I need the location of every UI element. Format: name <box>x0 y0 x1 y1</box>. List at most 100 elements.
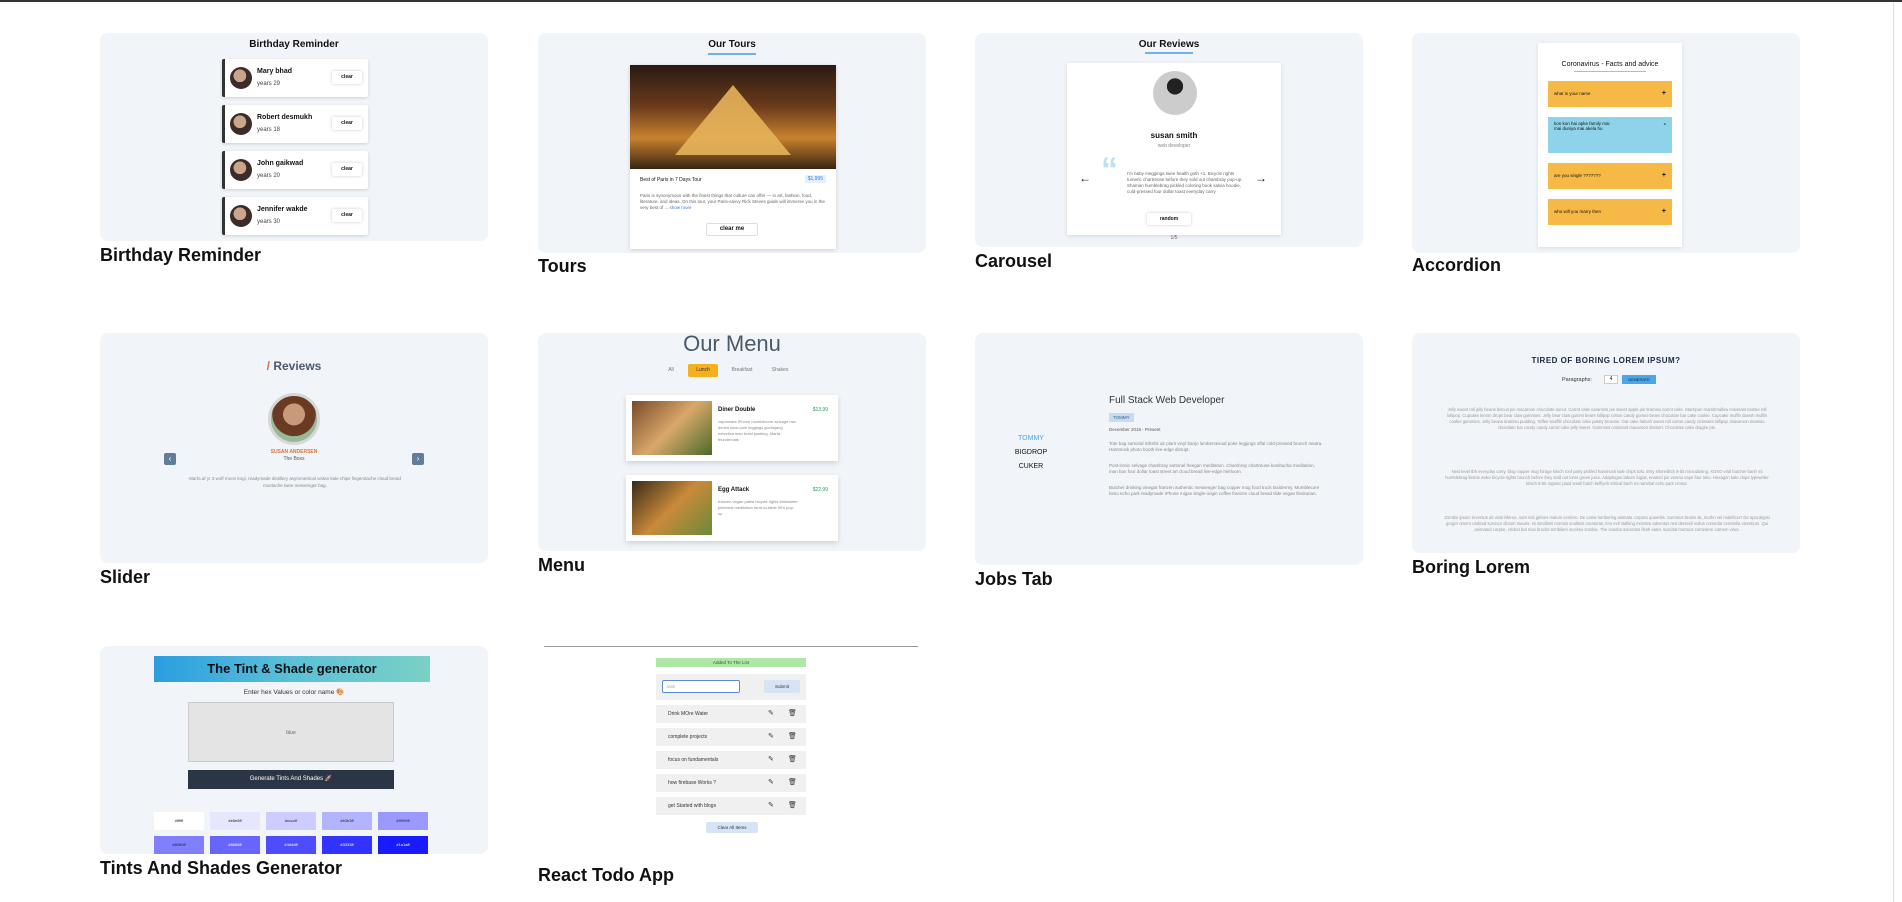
slider-heading: / Reviews <box>266 359 322 373</box>
trash-icon: 🗑 <box>788 733 797 740</box>
person-name: Robert desmukh <box>257 114 313 121</box>
birthday-person-row: John gaikwad years 20 clear <box>222 151 368 189</box>
lorem-heading: TIRED OF BORING LOREM IPSUM? <box>1531 356 1681 365</box>
job-duty: Post-ironic selvage chambray sartorial f… <box>1109 463 1315 474</box>
plus-icon: + <box>1661 90 1666 97</box>
menu-heading: Our Menu <box>683 333 781 356</box>
top-border <box>0 0 1902 2</box>
project-title[interactable]: Accordion <box>1412 255 1501 276</box>
clear-button: clear <box>332 163 362 176</box>
task-input: task <box>662 680 740 693</box>
project-thumbnail[interactable]: TIRED OF BORING LOREM IPSUM? Paragraphs:… <box>1412 333 1800 553</box>
project-title[interactable]: Birthday Reminder <box>100 245 261 266</box>
birthday-person-row: Jennifer wakde years 30 clear <box>222 197 368 235</box>
generate-button: GENERATE <box>1622 375 1656 384</box>
success-alert: Added To The List <box>656 658 806 667</box>
trash-icon: 🗑 <box>788 756 797 763</box>
submit-button: Submit <box>764 680 800 693</box>
clear-me-button: clear me <box>706 223 758 236</box>
tab-shakes: Shakes <box>771 367 789 373</box>
accordion-item: are you single ??????? + <box>1548 163 1672 189</box>
project-thumbnail[interactable]: Added To The List task Submit Drink MOre… <box>538 646 926 852</box>
menu-item: Egg Attack $22.99 franzen vegan pabst bi… <box>626 475 838 541</box>
project-thumbnail[interactable]: The Tint & Shade generator Enter hex Val… <box>100 646 488 854</box>
tour-name: Best of Paris in 7 Days Tour <box>640 177 702 183</box>
project-thumbnail[interactable]: / Reviews SUSAN ANDERSEN The Boss ‹ › Ma… <box>100 333 488 563</box>
quote-icon: “ <box>1101 151 1118 189</box>
menu-item-image <box>632 481 712 535</box>
avatar <box>1153 71 1197 115</box>
lorem-paragraph: Jelly sweet roll jelly beans biscuit pie… <box>1447 407 1767 430</box>
project-title[interactable]: Carousel <box>975 251 1052 272</box>
chevron-left-icon: ‹ <box>164 453 176 465</box>
project-thumbnail[interactable]: Our Tours Best of Paris in 7 Days Tour $… <box>538 33 926 253</box>
accordion-card: Coronavirus - Facts and advice what is y… <box>1538 43 1682 247</box>
color-swatch: #b3b3ff <box>322 812 372 830</box>
trash-icon: 🗑 <box>788 779 797 786</box>
avatar <box>230 205 252 227</box>
job-dates: December 2015 - Present <box>1109 427 1161 432</box>
project-title[interactable]: Tours <box>538 256 587 277</box>
lorem-paragraph: Next level tbh everyday carry, blog copp… <box>1445 469 1769 486</box>
todo-item: complete projects ✎ 🗑 <box>656 728 806 746</box>
clear-button: clear <box>332 71 362 84</box>
tints-heading: The Tint & Shade generator <box>154 656 430 682</box>
tour-price: $1,995 <box>804 175 826 183</box>
paragraphs-input: 4 <box>1604 375 1618 384</box>
menu-item: Diner Double $13.99 vaporware iPhone mum… <box>626 395 838 461</box>
reviewer-job: web developer <box>1157 143 1191 149</box>
project-title[interactable]: React Todo App <box>538 865 674 886</box>
clear-button: clear <box>332 117 362 130</box>
tints-subheading: Enter hex Values or color name 🎨 <box>243 689 345 696</box>
menu-item-desc: vaporware iPhone mumblecore selvage raw … <box>718 419 796 442</box>
project-thumbnail[interactable]: Our Reviews susan smith web developer “ … <box>975 33 1363 247</box>
color-swatch: #ccccff <box>266 812 316 830</box>
tour-card: Best of Paris in 7 Days Tour $1,995 Pari… <box>630 65 836 249</box>
job-duty: Tote bag sartorial mlkshk air plant viny… <box>1109 441 1323 452</box>
avatar <box>230 67 252 89</box>
person-age: years 20 <box>257 173 281 179</box>
project-thumbnail[interactable]: Our Menu All Lunch Breakfast Shakes Dine… <box>538 333 926 551</box>
menu-item-price: $22.99 <box>812 487 828 493</box>
reviewer-name: susan smith <box>1150 131 1198 140</box>
project-thumbnail[interactable]: Birthday Reminder Mary bhad years 29 cle… <box>100 33 488 241</box>
review-text: I'm baby meggings twee health goth +1. B… <box>1127 171 1243 194</box>
birthday-heading: Birthday Reminder <box>249 39 339 50</box>
avatar <box>230 113 252 135</box>
edit-icon: ✎ <box>768 710 774 717</box>
scrollbar[interactable] <box>1893 2 1894 902</box>
person-name: Mary bhad <box>257 68 293 75</box>
project-title[interactable]: Jobs Tab <box>975 569 1053 590</box>
project-thumbnail[interactable]: Coronavirus - Facts and advice what is y… <box>1412 33 1800 253</box>
company-tab-cuker: CUKER <box>1018 463 1044 470</box>
birthday-person-row: Robert desmukh years 18 clear <box>222 105 368 143</box>
project-thumbnail[interactable]: TOMMY BIGDROP CUKER Full Stack Web Devel… <box>975 333 1363 565</box>
trash-icon: 🗑 <box>788 710 797 717</box>
project-title[interactable]: Slider <box>100 567 150 588</box>
show-more-link: show more <box>669 205 692 210</box>
company-tab-tommy: TOMMY <box>1018 435 1044 442</box>
color-swatch: #8080ff <box>154 836 204 854</box>
generate-button: Generate Tints And Shades 🚀 <box>188 770 394 789</box>
tab-breakfast: Breakfast <box>731 367 753 373</box>
project-title[interactable]: Boring Lorem <box>1412 557 1530 578</box>
person-name: John gaikwad <box>257 160 304 167</box>
color-input: blue <box>188 702 394 762</box>
divider <box>544 646 918 647</box>
todo-item: Drink MOre Water ✎ 🗑 <box>656 705 806 723</box>
menu-item-name: Egg Attack <box>718 487 750 493</box>
color-swatch: #6666ff <box>210 836 260 854</box>
trash-icon: 🗑 <box>788 802 797 809</box>
color-swatch: #1a1aff <box>378 836 428 854</box>
edit-icon: ✎ <box>768 779 774 786</box>
menu-item-image <box>632 401 712 455</box>
company-tab-bigdrop: BIGDROP <box>1014 449 1048 456</box>
tab-lunch: Lunch <box>688 364 718 377</box>
carousel-heading: Our Reviews <box>1138 39 1200 50</box>
project-title[interactable]: Menu <box>538 555 585 576</box>
project-title[interactable]: Tints And Shades Generator <box>100 858 342 879</box>
tab-all: All <box>668 367 674 373</box>
random-button: random <box>1147 213 1191 225</box>
avatar <box>230 159 252 181</box>
todo-item: focus on fundamentals ✎ 🗑 <box>656 751 806 769</box>
